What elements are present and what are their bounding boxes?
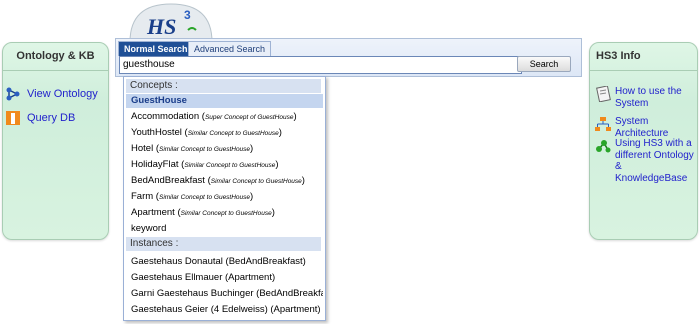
how-to-use-link[interactable]: How to use the System xyxy=(595,86,695,109)
query-db-label: Query DB xyxy=(27,112,76,124)
concept-option[interactable]: BedAndBreakfast (Similar Concept to Gues… xyxy=(126,174,323,188)
concept-relation-note: Similar Concept to GuestHouse xyxy=(158,194,251,201)
instances-header: Instances : xyxy=(126,237,321,251)
concept-relation-note: Similar Concept to GuestHouse xyxy=(184,162,276,169)
search-button[interactable]: Search xyxy=(517,56,571,72)
concept-name: Hotel xyxy=(131,143,154,154)
link-label-line: Using HS3 with a xyxy=(615,138,692,149)
link-label-line: KnowledgeBase xyxy=(615,172,688,184)
query-db-link[interactable]: Query DB xyxy=(5,110,75,126)
view-ontology-link[interactable]: View Ontology xyxy=(5,86,98,102)
concept-relation-note: Similar Concept to GuestHouse xyxy=(180,210,272,217)
concept-name: GuestHouse xyxy=(131,95,187,106)
database-icon xyxy=(6,111,20,125)
concepts-header: Concepts : xyxy=(126,79,321,93)
autocomplete-dropdown: Concepts : GuestHouse Accommodation (Supe… xyxy=(123,76,326,321)
concept-option[interactable]: GuestHouse xyxy=(126,94,323,108)
concept-name: Apartment xyxy=(131,207,175,218)
tab-normal-search[interactable]: Normal Search xyxy=(118,41,194,56)
concept-option[interactable]: Accommodation (Super Concept of GuestHou… xyxy=(126,110,323,124)
hs3-logo: HS 3 xyxy=(128,2,214,43)
instance-option[interactable]: Garni Gaestehaus Buchinger (BedAndBreakf… xyxy=(126,287,323,301)
system-architecture-link[interactable]: System Architecture xyxy=(595,116,695,139)
view-ontology-label: View Ontology xyxy=(27,88,98,100)
concept-name: Accommodation xyxy=(131,111,200,122)
concept-relation-note: Similar Concept to GuestHouse xyxy=(187,130,279,137)
instance-option[interactable]: Gaestehaus Geier (4 Edelweiss) (Apartmen… xyxy=(126,303,323,317)
concept-option[interactable]: Hotel (Similar Concept to GuestHouse) xyxy=(126,142,323,156)
concept-option[interactable]: YouthHostel (Similar Concept to GuestHou… xyxy=(126,126,323,140)
concept-name: YouthHostel xyxy=(131,127,182,138)
hierarchy-icon xyxy=(595,117,611,131)
tab-advanced-search[interactable]: Advanced Search xyxy=(188,41,272,56)
concept-relation-note: Similar Concept to GuestHouse xyxy=(159,146,251,153)
svg-text:HS: HS xyxy=(146,14,176,39)
concept-relation-note: Super Concept of GuestHouse xyxy=(204,114,294,121)
svg-text:3: 3 xyxy=(184,8,191,22)
concept-name: Farm xyxy=(131,191,154,202)
concept-option[interactable]: keyword xyxy=(126,222,323,236)
network-icon xyxy=(6,87,20,101)
link-label-line: different Ontology & xyxy=(615,149,694,173)
concept-relation-note: Similar Concept to GuestHouse xyxy=(210,178,302,185)
link-label-line: System Architecture xyxy=(615,116,669,139)
network-icon xyxy=(596,140,611,153)
concept-name: keyword xyxy=(131,223,167,234)
panel-title: Ontology & KB xyxy=(3,43,108,71)
concept-name: BedAndBreakfast xyxy=(131,175,205,186)
instance-option[interactable]: Gaestehaus Ellmauer (Apartment) xyxy=(126,271,323,285)
ontology-kb-panel: Ontology & KB xyxy=(2,42,109,240)
search-input[interactable]: guesthouse xyxy=(119,56,522,74)
link-label-line: System xyxy=(615,97,649,109)
concept-name: HolidayFlat xyxy=(131,159,179,170)
concept-option[interactable]: HolidayFlat (Similar Concept to GuestHou… xyxy=(126,158,323,172)
link-label-line: How to use the xyxy=(615,86,682,97)
instance-option[interactable]: Gaestehaus Donautal (BedAndBreakfast) xyxy=(126,255,323,269)
panel-title: HS3 Info xyxy=(590,43,697,71)
concept-option[interactable]: Apartment (Similar Concept to GuestHouse… xyxy=(126,206,323,220)
different-ontology-link[interactable]: Using HS3 with a different Ontology & Kn… xyxy=(595,138,695,184)
concept-option[interactable]: Farm (Similar Concept to GuestHouse) xyxy=(126,190,323,204)
notebook-icon xyxy=(596,86,611,102)
